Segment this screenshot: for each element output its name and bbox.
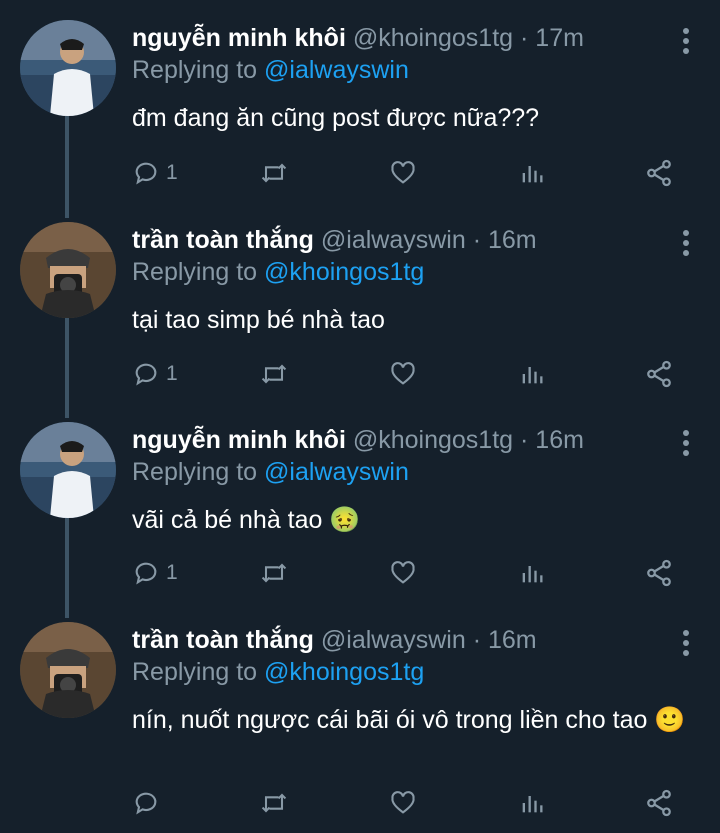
- avatar[interactable]: [20, 622, 116, 718]
- like-icon: [391, 561, 415, 584]
- username[interactable]: @khoingos1tg: [353, 426, 513, 454]
- replying-prefix: Replying to: [132, 658, 258, 686]
- display-name[interactable]: nguyễn minh khôi: [132, 426, 346, 454]
- analytics-icon: [522, 166, 543, 183]
- share-icon: [647, 159, 671, 187]
- tweet-actions: 1: [132, 555, 692, 591]
- share-button[interactable]: [644, 555, 674, 591]
- more-icon[interactable]: [682, 430, 690, 456]
- reply-count: 1: [166, 161, 178, 184]
- like-button[interactable]: [389, 155, 417, 191]
- more-icon[interactable]: [682, 630, 690, 656]
- retweet-button[interactable]: [258, 155, 290, 191]
- replying-to-link[interactable]: @khoingos1tg: [264, 658, 424, 686]
- username[interactable]: @ialwayswin: [321, 626, 466, 654]
- reply-button[interactable]: 1: [132, 356, 178, 392]
- tweet-header: trần toàn thắng @ialwayswin · 16m: [132, 622, 537, 658]
- tweet-actions: [132, 785, 692, 821]
- replying-to-link[interactable]: @khoingos1tg: [264, 258, 424, 286]
- reply-icon: [135, 562, 157, 585]
- share-button[interactable]: [644, 785, 674, 821]
- retweet-button[interactable]: [258, 356, 290, 392]
- analytics-button[interactable]: [518, 555, 546, 591]
- username[interactable]: @ialwayswin: [321, 226, 466, 254]
- timestamp[interactable]: · 16m: [473, 626, 537, 654]
- like-button[interactable]: [389, 555, 417, 591]
- analytics-icon: [522, 796, 543, 813]
- retweet-icon: [261, 364, 287, 384]
- share-icon: [647, 360, 671, 388]
- analytics-icon: [522, 367, 543, 384]
- display-name[interactable]: trần toàn thắng: [132, 226, 314, 254]
- analytics-button[interactable]: [518, 785, 546, 821]
- replying-prefix: Replying to: [132, 458, 258, 486]
- retweet-icon: [261, 563, 287, 583]
- retweet-button[interactable]: [258, 785, 290, 821]
- replying-prefix: Replying to: [132, 56, 258, 84]
- tweet[interactable]: nguyễn minh khôi @khoingos1tg · 16m Repl…: [0, 422, 720, 602]
- like-icon: [391, 161, 415, 184]
- tweet-actions: 1: [132, 356, 692, 392]
- tweet-header: nguyễn minh khôi @khoingos1tg · 17m: [132, 20, 584, 56]
- like-button[interactable]: [389, 785, 417, 821]
- tweet-text: tại tao simp bé nhà tao: [132, 306, 385, 334]
- avatar[interactable]: [20, 222, 116, 318]
- avatar[interactable]: [20, 20, 116, 116]
- username[interactable]: @khoingos1tg: [353, 24, 513, 52]
- replying-to: Replying to @ialwayswin: [132, 56, 409, 85]
- reply-icon: [135, 162, 157, 185]
- replying-to-link[interactable]: @ialwayswin: [264, 56, 409, 84]
- reply-button[interactable]: 1: [132, 555, 178, 591]
- retweet-button[interactable]: [258, 555, 290, 591]
- like-icon: [391, 791, 415, 814]
- like-icon: [391, 362, 415, 385]
- timestamp[interactable]: · 16m: [520, 426, 584, 454]
- display-name[interactable]: trần toàn thắng: [132, 626, 314, 654]
- display-name[interactable]: nguyễn minh khôi: [132, 24, 346, 52]
- replying-to: Replying to @ialwayswin: [132, 458, 409, 487]
- replying-to: Replying to @khoingos1tg: [132, 658, 424, 687]
- more-icon[interactable]: [682, 28, 690, 54]
- more-icon[interactable]: [682, 230, 690, 256]
- analytics-button[interactable]: [518, 155, 546, 191]
- tweet-text: đm đang ăn cũng post được nữa???: [132, 104, 540, 132]
- tweet[interactable]: nguyễn minh khôi @khoingos1tg · 17m Repl…: [0, 20, 720, 200]
- reply-count: 1: [166, 561, 178, 584]
- share-button[interactable]: [644, 356, 674, 392]
- like-button[interactable]: [389, 356, 417, 392]
- share-icon: [647, 559, 671, 587]
- reply-icon: [135, 792, 157, 815]
- share-icon: [647, 789, 671, 817]
- reply-button[interactable]: 1: [132, 155, 178, 191]
- retweet-icon: [261, 163, 287, 183]
- reply-icon: [135, 363, 157, 386]
- timestamp[interactable]: · 16m: [473, 226, 537, 254]
- reply-count: 1: [166, 362, 178, 385]
- replying-prefix: Replying to: [132, 258, 258, 286]
- tweet-header: nguyễn minh khôi @khoingos1tg · 16m: [132, 422, 584, 458]
- share-button[interactable]: [644, 155, 674, 191]
- tweet-header: trần toàn thắng @ialwayswin · 16m: [132, 222, 537, 258]
- tweet-text: nín, nuốt ngược cái bãi ói vô trong liền…: [132, 706, 686, 734]
- avatar[interactable]: [20, 422, 116, 518]
- replying-to-link[interactable]: @ialwayswin: [264, 458, 409, 486]
- tweet[interactable]: trần toàn thắng @ialwayswin · 16m Replyi…: [0, 622, 720, 827]
- retweet-icon: [261, 793, 287, 813]
- replying-to: Replying to @khoingos1tg: [132, 258, 424, 287]
- reply-button[interactable]: [132, 785, 166, 821]
- analytics-icon: [522, 566, 543, 583]
- tweet[interactable]: trần toàn thắng @ialwayswin · 16m Replyi…: [0, 222, 720, 402]
- analytics-button[interactable]: [518, 356, 546, 392]
- timestamp[interactable]: · 17m: [520, 24, 584, 52]
- tweet-actions: 1: [132, 155, 692, 191]
- tweet-text: vãi cả bé nhà tao 🤢: [132, 506, 361, 534]
